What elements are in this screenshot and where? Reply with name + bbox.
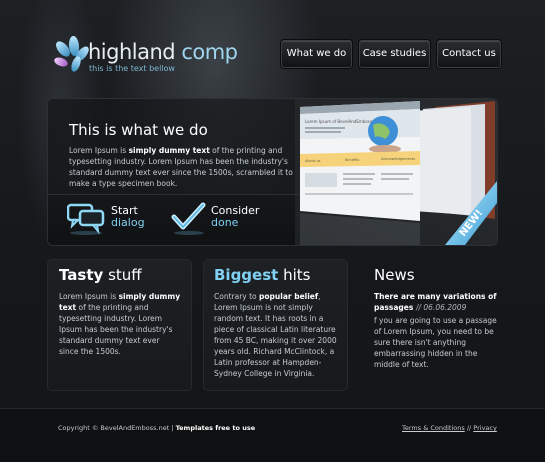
news-headline[interactable]: There are many variations of passages //… xyxy=(374,291,504,313)
nav-what-we-do[interactable]: What we do xyxy=(281,40,352,68)
footer xyxy=(0,408,545,462)
site-title[interactable]: highland comp xyxy=(88,40,238,64)
website-screenshots-image: Lorem Ipsum of BevelAndEmboss About us B… xyxy=(295,99,497,245)
nav-case-studies[interactable]: Case studies xyxy=(359,40,430,68)
site-title-main: highland xyxy=(88,40,182,64)
petal-logo-icon[interactable] xyxy=(54,36,90,74)
screenshot-tab-3: Acknowledgements xyxy=(381,157,415,161)
news-body: f you are going to use a passage of Lore… xyxy=(374,316,497,369)
tasty-stuff-text: Lorem Ipsum is simply dummy text of the … xyxy=(59,292,181,356)
biggest-hits-title: Biggest hits xyxy=(214,266,311,284)
biggest-hits-text: Contrary to popular belief, Lorem Ipsum … xyxy=(214,292,337,378)
news-date: // 06.06.2009 xyxy=(415,303,467,312)
start-dialog-label: Start dialog xyxy=(111,204,145,229)
tasty-stuff-title: Tasty stuff xyxy=(59,266,142,284)
footer-link-separator: // xyxy=(466,424,472,432)
consider-done-label: Consider done xyxy=(211,204,260,229)
consider-done-button[interactable]: Consider done xyxy=(171,201,271,237)
footer-copyright: Copyright © BevelAndEmboss.net | Templat… xyxy=(58,424,256,432)
site-subtitle: this is the text bellow xyxy=(89,64,175,73)
hero-title: This is what we do xyxy=(69,121,208,139)
screenshot-site-text: Lorem Ipsum of BevelAndEmboss xyxy=(305,119,372,124)
checkmark-icon xyxy=(171,202,206,235)
footer-links: Terms & Conditions // Privacy xyxy=(402,424,497,432)
speech-bubbles-icon xyxy=(67,203,105,235)
screenshot-tab-1: About us xyxy=(305,159,321,163)
screenshot-tab-2: Benefits xyxy=(345,158,360,162)
start-dialog-button[interactable]: Start dialog xyxy=(67,201,157,237)
hero-panel: This is what we do Lorem Ipsum is simply… xyxy=(47,98,498,246)
nav-contact-us[interactable]: Contact us xyxy=(437,40,501,68)
news-title: News xyxy=(374,266,415,284)
hero-text: Lorem Ipsum is simply dummy text of the … xyxy=(69,146,293,188)
site-title-light: comp xyxy=(181,40,238,64)
terms-link[interactable]: Terms & Conditions xyxy=(402,424,465,432)
privacy-link[interactable]: Privacy xyxy=(473,424,497,432)
